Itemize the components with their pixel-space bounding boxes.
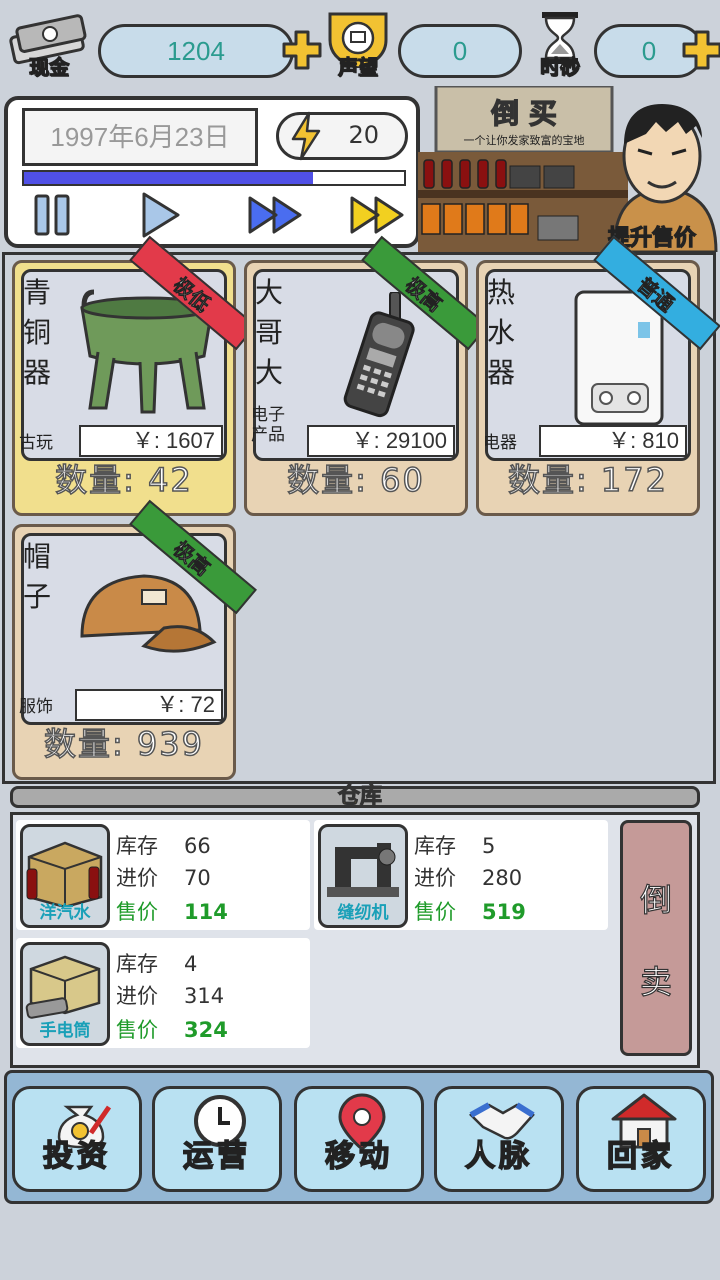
- nav-invest-label: 投资: [42, 1138, 111, 1175]
- day-progress-bar: [22, 170, 406, 186]
- nav-operate-label: 运营: [182, 1138, 251, 1175]
- cash-value: 1204: [98, 24, 294, 78]
- soda-crate-icon: [26, 841, 103, 909]
- nav-move-button[interactable]: 移动: [294, 1086, 424, 1192]
- cash-icon: 现金: [4, 8, 94, 80]
- sell-value: 324: [184, 1018, 228, 1042]
- cost-value: 314: [184, 984, 225, 1008]
- item-quantity: 数量: 60: [286, 460, 425, 500]
- warehouse-title: 仓库: [337, 784, 382, 810]
- fast-forward-button[interactable]: [246, 190, 306, 240]
- cellphone-icon: [343, 292, 415, 418]
- reputation-label: 声望: [338, 55, 379, 80]
- sewing-machine-icon: [327, 843, 399, 897]
- item-quantity: 数量: 42: [54, 460, 193, 500]
- energy-value: 20: [348, 121, 379, 149]
- sell-label: 售价: [414, 900, 456, 924]
- item-thumbnail: 手电筒: [20, 942, 110, 1046]
- pause-button[interactable]: [28, 190, 78, 240]
- time-control-panel: 1997年6月23日 20: [4, 96, 420, 248]
- cost-label: 进价: [116, 866, 158, 890]
- warehouse-item[interactable]: 洋汽水 库存 66 进价 70 售价 114: [16, 820, 310, 930]
- stock-label: 库存: [116, 834, 158, 858]
- cost-value: 70: [184, 866, 211, 890]
- lightning-icon: [291, 111, 321, 161]
- cost-label: 进价: [116, 984, 158, 1008]
- item-name: 青铜器: [23, 276, 52, 389]
- item-name: 缝纫机: [337, 903, 389, 923]
- shop-sign-subtitle: 一个让你发家致富的宝地: [463, 134, 585, 147]
- cash-label: 现金: [29, 55, 70, 80]
- stock-label: 库存: [414, 834, 456, 858]
- item-thumbnail: 缝纫机: [318, 824, 408, 928]
- sell-value: 114: [184, 900, 228, 924]
- add-time-sand-plus-icon[interactable]: [682, 30, 720, 70]
- stock-label: 库存: [116, 952, 158, 976]
- time-sand-label: 时砂: [540, 55, 581, 80]
- warehouse-item[interactable]: 缝纫机 库存 5 进价 280 售价 519: [314, 820, 608, 930]
- item-price: ￥: 1607: [79, 425, 223, 457]
- item-price: ￥: 72: [75, 689, 223, 721]
- reputation-value: 0: [398, 24, 522, 78]
- item-name: 手电筒: [39, 1021, 91, 1041]
- item-name: 大哥大: [255, 276, 284, 389]
- hourglass-icon: 时砂: [524, 8, 596, 80]
- sell-label: 售价: [116, 900, 158, 924]
- cost-value: 280: [482, 866, 523, 890]
- stock-value: 5: [482, 834, 496, 858]
- nav-move-label: 移动: [324, 1138, 393, 1175]
- nav-invest-button[interactable]: 投资: [12, 1086, 142, 1192]
- stock-value: 4: [184, 952, 198, 976]
- market-item-card[interactable]: 青铜器 极低 古玩 ￥: 1607 数量: 42: [12, 235, 257, 516]
- cost-label: 进价: [414, 866, 456, 890]
- sell-label: 售价: [116, 1018, 158, 1042]
- day-progress-fill: [24, 172, 313, 184]
- item-price: ￥: 29100: [307, 425, 455, 457]
- nav-home-label: 回家: [606, 1138, 675, 1175]
- nav-contacts-label: 人脉: [464, 1138, 533, 1175]
- item-quantity: 数量: 172: [507, 460, 669, 500]
- item-thumbnail: 洋汽水: [20, 824, 110, 928]
- shop-sign-title: 倒 买: [491, 96, 558, 130]
- stock-value: 66: [184, 834, 211, 858]
- sell-value: 519: [482, 900, 526, 924]
- market-item-card[interactable]: 大哥大 极高 电子产品 ￥: 29100 数量: 60: [244, 235, 489, 516]
- sell-button[interactable]: 倒 卖: [620, 820, 692, 1056]
- nav-contacts-button[interactable]: 人脉: [434, 1086, 564, 1192]
- item-name: 帽子: [23, 540, 52, 613]
- add-cash-plus-icon[interactable]: [282, 30, 322, 70]
- sell-button-char-1: 倒: [639, 880, 672, 919]
- flashlight-box-icon: [25, 955, 101, 1019]
- shop-banner: 倒 买 一个让你发家致富的宝地 提升售价: [418, 84, 720, 254]
- item-price: ￥: 810: [539, 425, 687, 457]
- nav-operate-button[interactable]: 运营: [152, 1086, 282, 1192]
- reputation-fist-icon: 声望: [318, 8, 398, 80]
- item-name: 洋汽水: [39, 903, 91, 923]
- fastest-forward-button[interactable]: [348, 190, 408, 240]
- item-quantity: 数量: 939: [43, 724, 205, 764]
- market-item-card[interactable]: 热水器 普通 电器 ￥: 810 数量: 172: [476, 235, 720, 516]
- play-button[interactable]: [136, 190, 186, 240]
- energy-counter: 20: [276, 111, 408, 161]
- current-date: 1997年6月23日: [22, 108, 258, 166]
- warehouse-item[interactable]: 手电筒 库存 4 进价 314 售价 324: [16, 938, 310, 1048]
- market-item-card[interactable]: 帽子 极高 服饰 ￥: 72 数量: 939: [12, 499, 257, 780]
- item-name: 热水器: [487, 276, 516, 389]
- sell-button-char-2: 卖: [639, 962, 672, 1001]
- nav-home-button[interactable]: 回家: [576, 1086, 706, 1192]
